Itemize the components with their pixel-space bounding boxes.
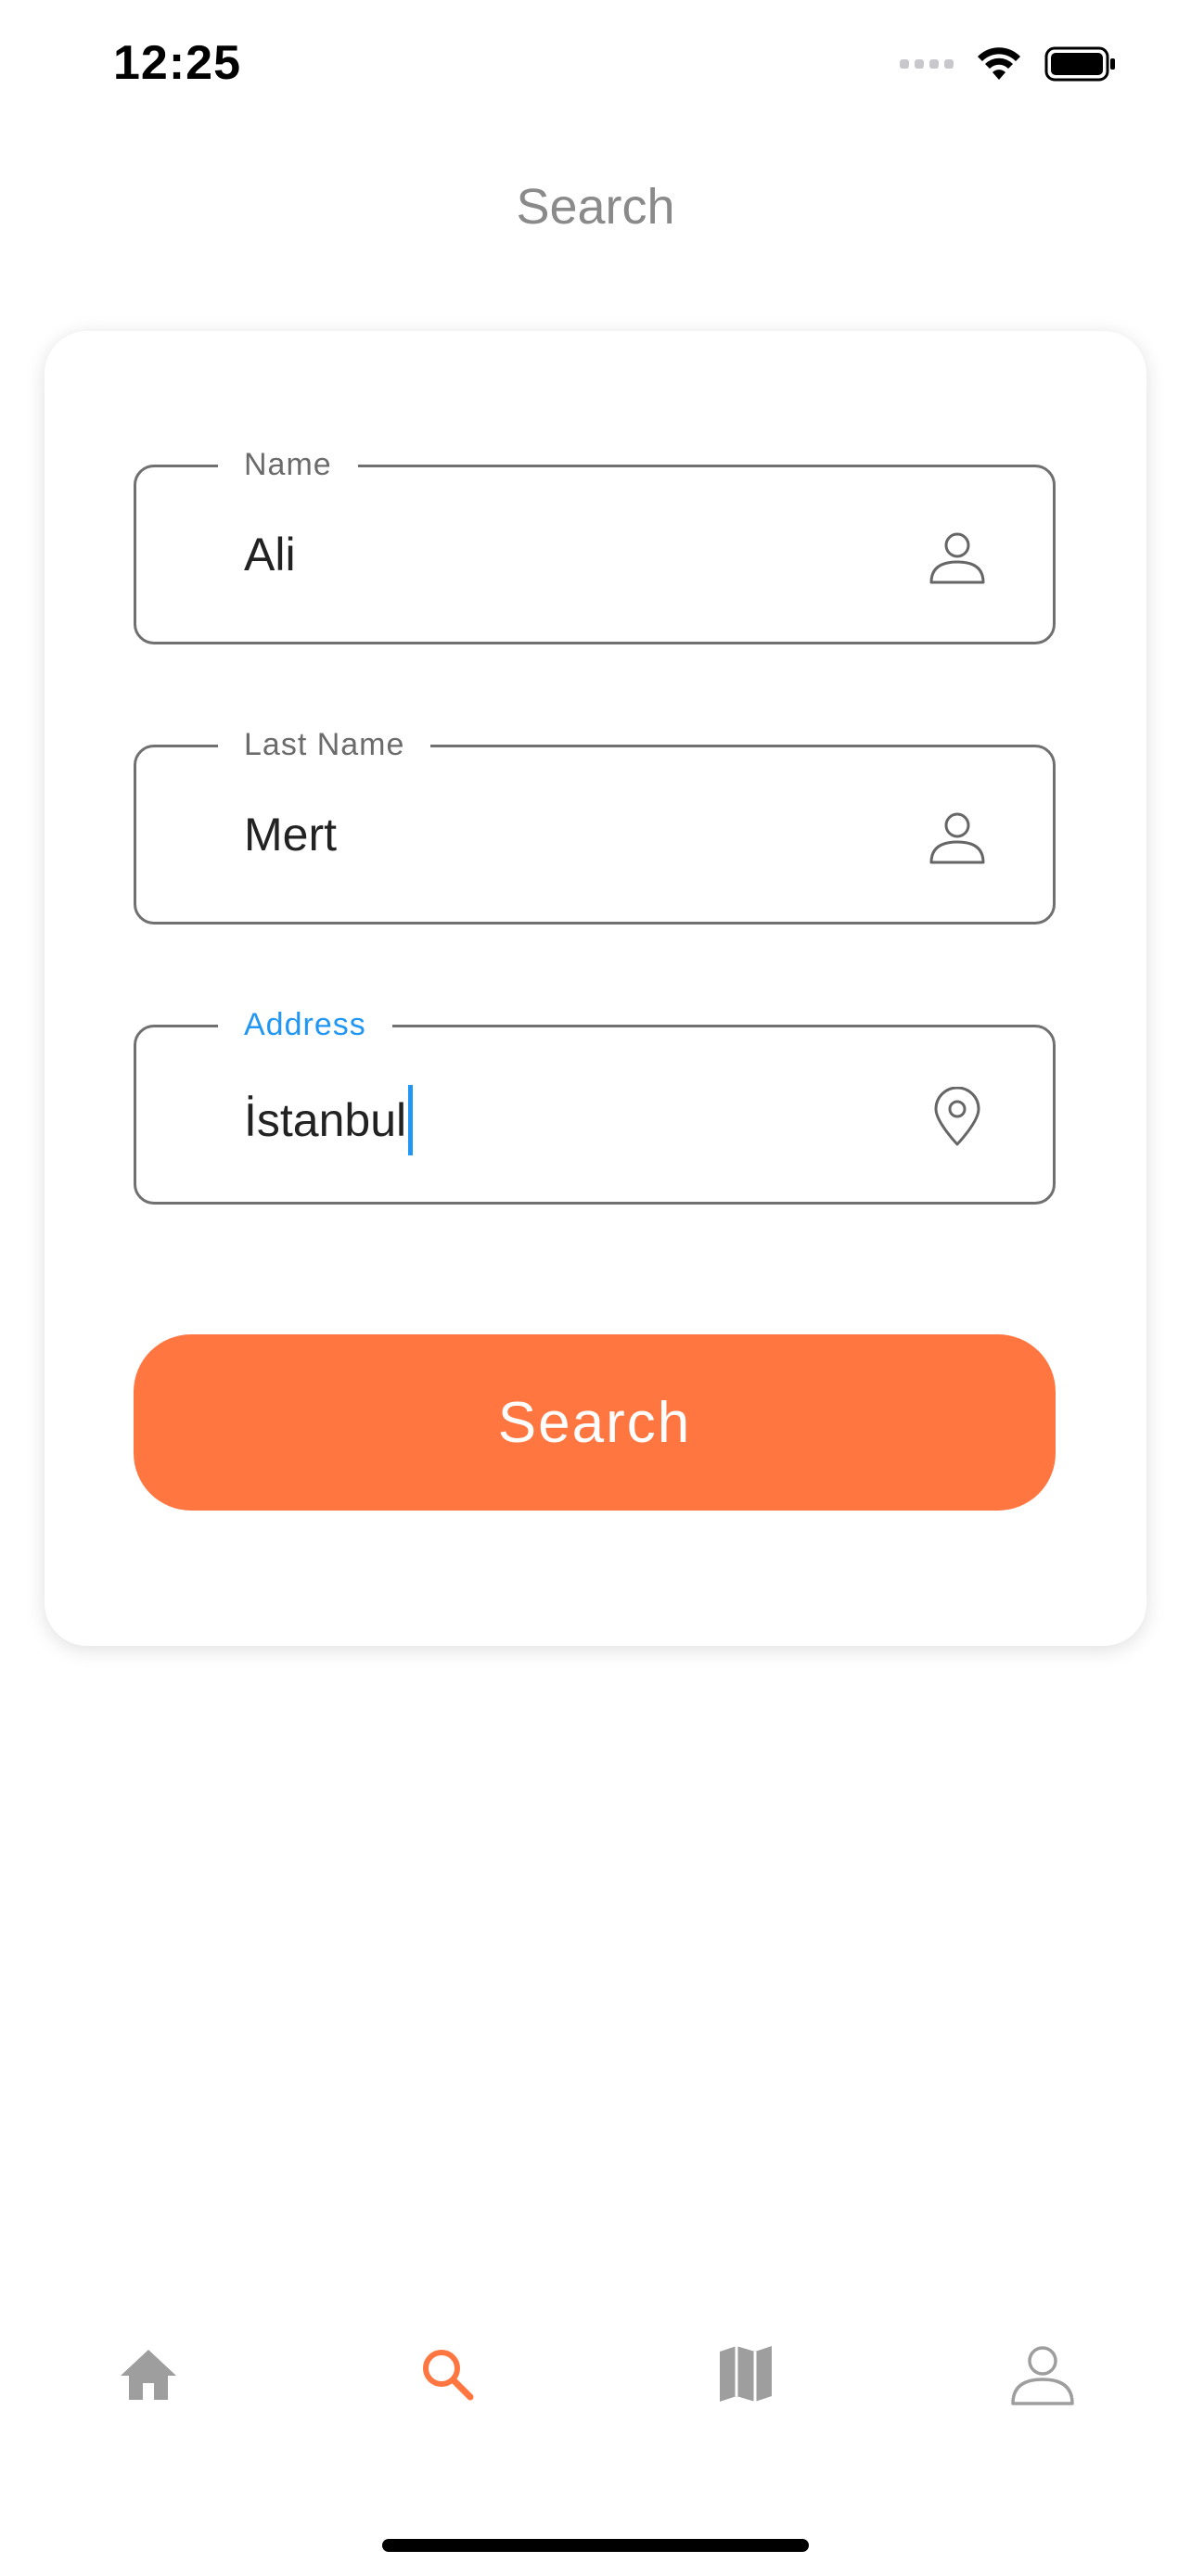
address-field[interactable]: Address İstanbul <box>134 1003 1056 1205</box>
status-indicators <box>900 46 1117 82</box>
tab-bar <box>0 2318 1191 2429</box>
last-name-field-value[interactable]: Mert <box>244 805 337 864</box>
text-cursor <box>408 1085 414 1155</box>
home-indicator <box>382 2539 809 2552</box>
battery-icon <box>1044 46 1115 82</box>
search-screen: 12:25 Search Name Ali Last Name Mert Add… <box>0 0 1191 2576</box>
tab-map[interactable] <box>690 2318 801 2429</box>
status-time: 12:25 <box>113 36 241 90</box>
name-field-value[interactable]: Ali <box>244 525 296 584</box>
location-pin-icon <box>934 1087 980 1146</box>
person-icon <box>929 532 985 584</box>
search-form-card: Name Ali Last Name Mert Address İstanbul <box>45 331 1146 1646</box>
address-field-label: Address <box>218 1003 392 1046</box>
address-field-value[interactable]: İstanbul <box>244 1085 414 1155</box>
name-field-label: Name <box>218 443 358 486</box>
tab-profile[interactable] <box>987 2318 1098 2429</box>
address-field-text: İstanbul <box>244 1094 407 1146</box>
cellular-signal-icon <box>900 59 954 69</box>
map-icon <box>720 2346 772 2402</box>
search-button[interactable]: Search <box>134 1334 1056 1511</box>
person-icon <box>1011 2346 1074 2405</box>
page-title: Search <box>516 179 675 235</box>
name-field[interactable]: Name Ali <box>134 443 1056 644</box>
tab-home[interactable] <box>93 2318 204 2429</box>
last-name-field[interactable]: Last Name Mert <box>134 723 1056 925</box>
search-icon <box>423 2350 474 2401</box>
tab-search[interactable] <box>391 2318 503 2429</box>
home-icon <box>121 2350 176 2400</box>
last-name-field-label: Last Name <box>218 723 431 766</box>
wifi-icon <box>978 47 1020 80</box>
person-icon <box>929 812 985 864</box>
